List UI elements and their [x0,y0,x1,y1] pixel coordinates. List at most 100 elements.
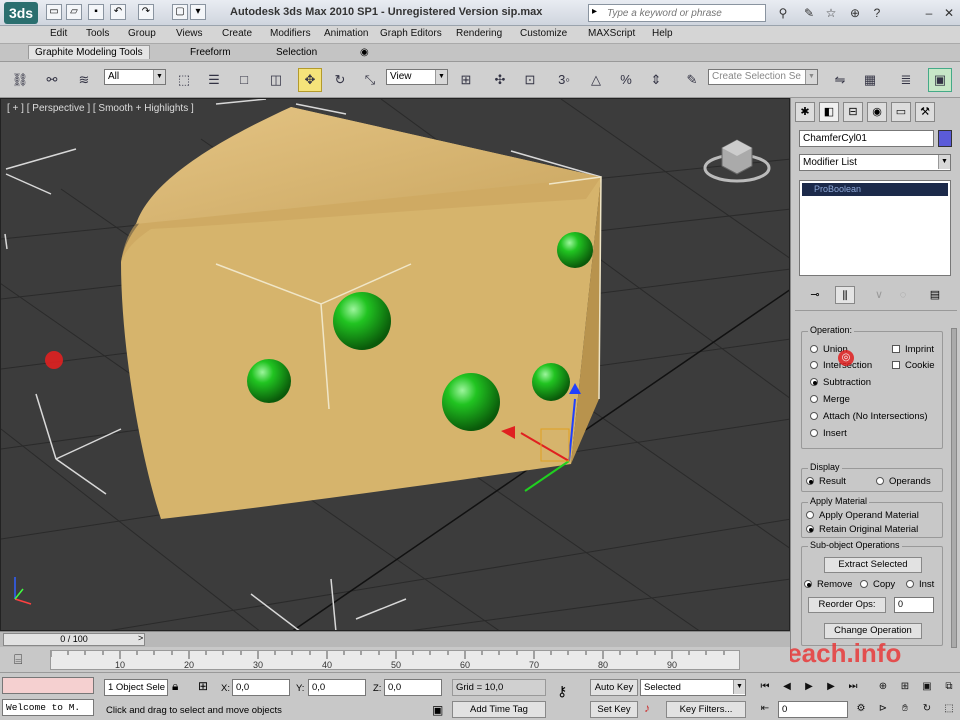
absolute-mode-icon[interactable]: ⊞ [198,679,208,693]
radio-attach[interactable]: Attach (No Intersections) [810,411,928,422]
key-mode-dropdown[interactable]: Selected ▼ [640,679,746,696]
select-object-icon[interactable]: ⬚ [172,68,196,92]
binoculars-icon[interactable]: ⚲ [774,4,792,22]
manipulate-icon[interactable]: ✣ [488,68,512,92]
tab-selection[interactable]: Selection [270,46,323,59]
zoom-icon[interactable]: ⊕ [874,679,892,695]
checkbox-imprint[interactable]: Imprint [892,344,934,355]
menu-maxscript[interactable]: MAXScript [588,28,635,39]
pin-stack-icon[interactable]: ⊸ [805,286,825,304]
zoom-extents-icon[interactable]: ▣ [918,679,936,695]
bind-space-warp-icon[interactable]: ≋ [72,68,96,92]
menu-modifiers[interactable]: Modifiers [270,28,311,39]
rectangular-selection-icon[interactable]: □ [232,68,256,92]
next-frame-arrow-icon[interactable]: > [138,633,143,643]
selection-filter-dropdown[interactable]: All ▼ [104,69,166,85]
menu-rendering[interactable]: Rendering [456,28,502,39]
radio-result[interactable]: Result [806,476,846,487]
extract-selected-button[interactable]: Extract Selected [824,557,922,573]
object-name-field[interactable]: ChamferCyl01 [799,130,934,147]
reference-coordinate-dropdown[interactable]: View ▼ [386,69,448,85]
undo-icon[interactable]: ↶ [110,4,126,20]
key-tangent-icon[interactable]: ♪ [644,701,650,715]
layer-manager-icon[interactable]: ≣ [894,68,918,92]
perspective-viewport[interactable]: [ + ] [ Perspective ] [ Smooth + Highlig… [0,98,790,631]
add-time-tag-button[interactable]: Add Time Tag [452,701,546,718]
favorites-icon[interactable]: ☆ [822,4,840,22]
select-by-name-icon[interactable]: ☰ [202,68,226,92]
radio-subtraction[interactable]: Subtraction [810,377,871,388]
percent-snap-icon[interactable]: % [614,68,638,92]
edit-named-selection-icon[interactable]: ✎ [680,68,704,92]
key-filters-button[interactable]: Key Filters... [666,701,746,718]
radio-inst[interactable]: Inst [906,579,934,590]
z-coordinate-field[interactable]: 0,0 [384,679,442,696]
menu-group[interactable]: Group [128,28,156,39]
chevron-down-icon[interactable]: ▾ [190,4,206,20]
menu-animation[interactable]: Animation [324,28,368,39]
reorder-ops-spinner[interactable]: 0 [894,597,934,613]
time-slider-thumb[interactable]: 0 / 100 [3,633,145,646]
menu-tools[interactable]: Tools [86,28,109,39]
viewport-label[interactable]: [ + ] [ Perspective ] [ Smooth + Highlig… [7,103,194,114]
display-tab-icon[interactable]: ▭ [891,102,911,122]
keyboard-shortcut-override-icon[interactable]: ⊡ [518,68,542,92]
set-key-button[interactable]: Set Key [590,701,638,718]
remove-modifier-icon[interactable]: ◌ [893,286,913,304]
time-configuration-icon[interactable]: ⚙ [852,701,870,717]
zoom-extents-all-icon[interactable]: ⧉ [940,679,958,695]
spinner-snap-icon[interactable]: ⇕ [644,68,668,92]
make-unique-icon[interactable]: ∨ [869,286,889,304]
radio-insert[interactable]: Insert [810,428,847,439]
timeline-ruler[interactable]: 10 20 30 40 50 60 70 80 90 [50,650,740,670]
close-icon[interactable]: ✕ [940,4,958,22]
pan-hand-icon[interactable]: ✋︎ [896,701,914,717]
time-tag-icon[interactable]: ▣ [432,703,443,717]
field-of-view-icon[interactable]: ⊳ [874,701,892,717]
minimize-icon[interactable]: – [920,4,938,22]
menu-help[interactable]: Help [652,28,673,39]
redo-icon[interactable]: ↷ [138,4,154,20]
radio-merge[interactable]: Merge [810,394,850,405]
tab-graphite-modeling-tools[interactable]: Graphite Modeling Tools [28,45,150,59]
snaps-toggle-icon[interactable]: 3◦ [552,68,576,92]
radio-remove[interactable]: Remove [804,579,852,590]
maxscript-listener-field[interactable]: Welcome to M. [2,699,94,716]
go-to-end-icon[interactable]: ⏭ [844,679,862,695]
tab-freeform[interactable]: Freeform [184,46,237,59]
menu-edit[interactable]: Edit [50,28,67,39]
previous-frame-icon[interactable]: ◀ [778,679,796,695]
x-coordinate-field[interactable]: 0,0 [232,679,290,696]
modify-tab-icon[interactable]: ◧ [819,102,839,122]
modifier-stack[interactable]: ProBoolean [799,180,951,276]
search-input[interactable] [607,6,763,20]
window-crossing-icon[interactable]: ◫ [264,68,288,92]
pivot-center-icon[interactable]: ⊞ [454,68,478,92]
maximize-viewport-icon[interactable]: ⬚ [940,701,958,717]
play-icon[interactable]: ▶ [800,679,818,695]
hierarchy-tab-icon[interactable]: ⊟ [843,102,863,122]
modifier-list-dropdown[interactable]: Modifier List ▼ [799,154,951,171]
menu-create[interactable]: Create [222,28,252,39]
create-tab-icon[interactable]: ✱ [795,102,815,122]
lock-icon[interactable]: 🔒︎ [172,679,178,694]
checkbox-cookie[interactable]: Cookie [892,360,935,371]
key-icon[interactable]: ⚷ [557,683,567,700]
select-and-rotate-icon[interactable]: ↻ [328,68,352,92]
zoom-all-icon[interactable]: ⊞ [896,679,914,695]
reorder-ops-button[interactable]: Reorder Ops: [808,597,886,613]
next-frame-icon[interactable]: ▶ [822,679,840,695]
subscription-icon[interactable]: ⊕ [846,4,864,22]
select-and-move-icon[interactable]: ✥ [298,68,322,92]
ribbon-toggle-icon[interactable]: ◉ [360,47,369,58]
mirror-icon[interactable]: ⇋ [828,68,852,92]
motion-tab-icon[interactable]: ◉ [867,102,887,122]
auto-key-button[interactable]: Auto Key [590,679,638,696]
time-slider[interactable]: 0 / 100 > [0,631,790,647]
align-icon[interactable]: ▦ [858,68,882,92]
menu-graph-editors[interactable]: Graph Editors [380,28,442,39]
select-and-link-icon[interactable]: ⛓ [8,68,32,92]
stack-item-proboolean[interactable]: ProBoolean [802,183,948,196]
orbit-icon[interactable]: ↻ [918,701,936,717]
radio-operands[interactable]: Operands [876,476,931,487]
